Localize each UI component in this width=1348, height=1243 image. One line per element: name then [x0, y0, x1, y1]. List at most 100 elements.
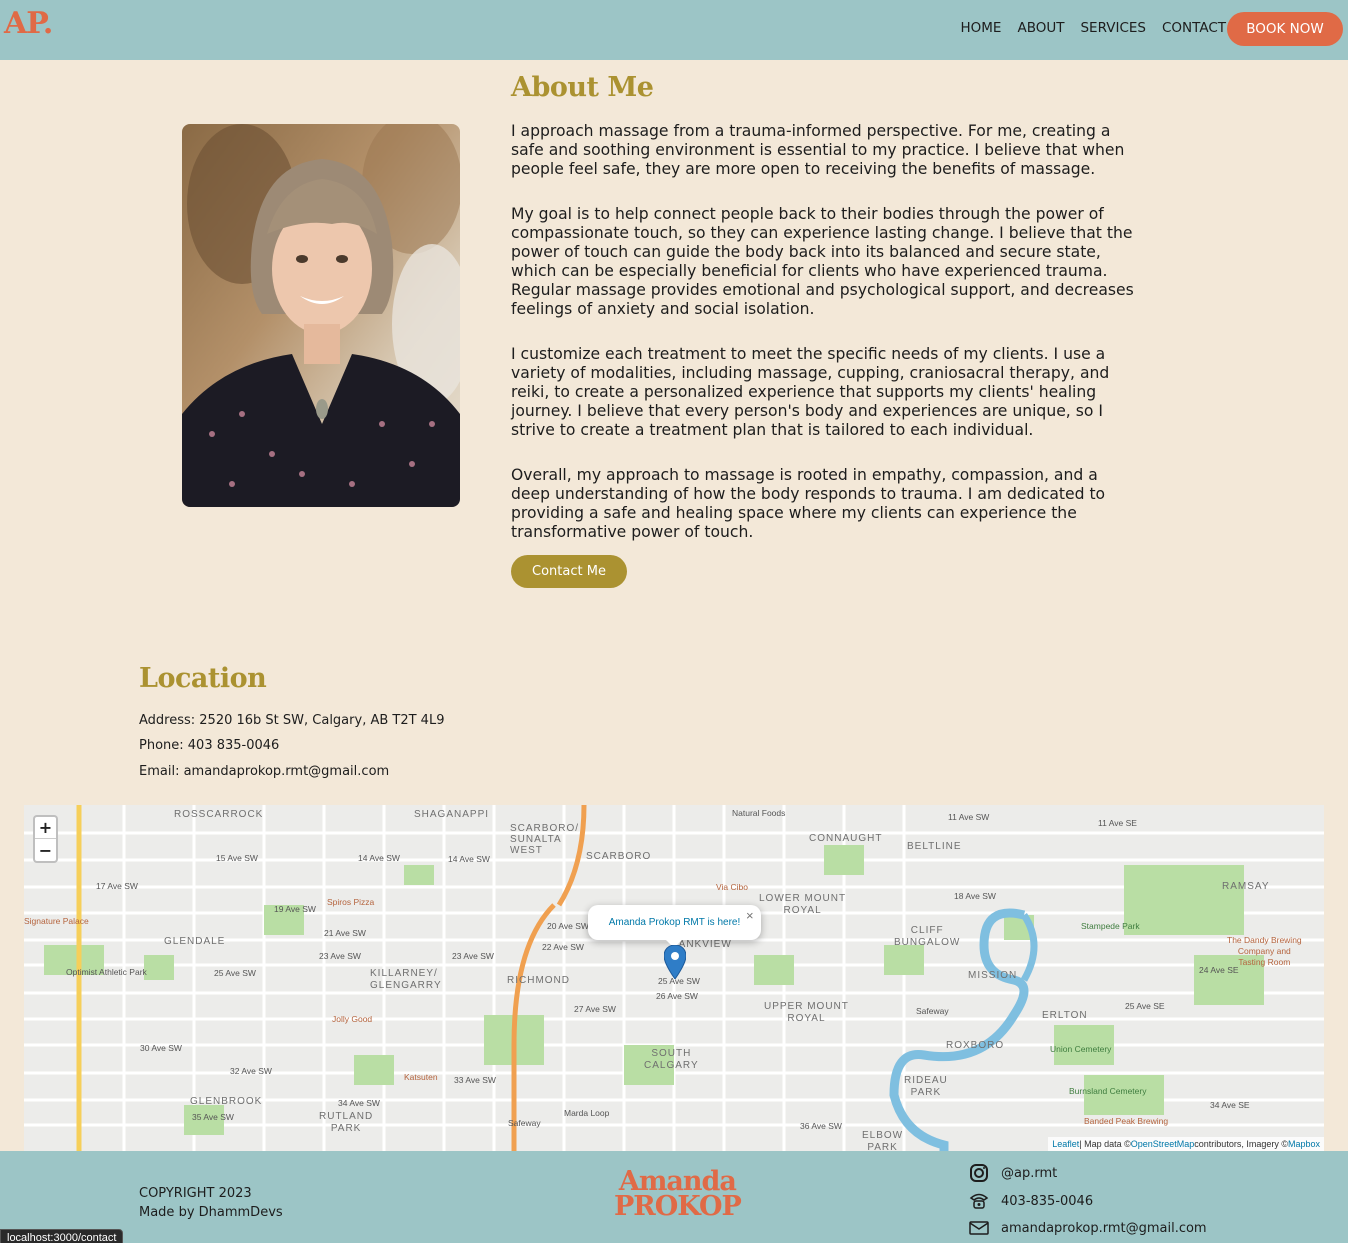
contact-me-button[interactable]: Contact Me	[511, 555, 627, 588]
map-popup: Amanda Prokop RMT is here!	[588, 905, 761, 940]
location-phone: Phone: 403 835-0046	[139, 738, 280, 753]
map-label: 30 Ave SW	[140, 1043, 182, 1053]
map-label: 33 Ave SW	[454, 1075, 496, 1085]
made-by-text: Made by DhammDevs	[139, 1205, 283, 1220]
map-label: Safeway	[508, 1118, 541, 1128]
map-label: Union Cemetery	[1050, 1044, 1112, 1054]
nav-home[interactable]: HOME	[961, 20, 1002, 36]
map-label: 34 Ave SE	[1210, 1100, 1250, 1110]
instagram-handle: @ap.rmt	[1001, 1165, 1058, 1181]
map-label: 15 Ave SW	[216, 853, 258, 863]
map-label: ERLTON	[1042, 1010, 1088, 1021]
map-label: ELBOW PARK	[862, 1130, 904, 1151]
nav-contact[interactable]: CONTACT	[1162, 20, 1226, 36]
mapbox-link[interactable]: Mapbox	[1288, 1139, 1320, 1149]
attribution-text: | Map data ©	[1079, 1139, 1131, 1149]
map-label: 14 Ave SW	[448, 854, 490, 864]
map-marker-icon[interactable]	[663, 944, 687, 983]
site-header: AP. HOME ABOUT SERVICES CONTACT BOOK NOW	[0, 0, 1348, 60]
map-label: KILLARNEY/ GLENGARRY	[370, 968, 442, 991]
profile-photo	[182, 124, 460, 507]
map-label: 11 Ave SW	[948, 812, 990, 822]
map-label: RICHMOND	[507, 975, 570, 986]
zoom-out-button[interactable]: −	[35, 839, 56, 861]
location-title: Location	[139, 663, 267, 694]
map-label: Jolly Good	[332, 1014, 373, 1024]
map-zoom-control: + −	[33, 815, 58, 863]
map-label: 35 Ave SW	[192, 1112, 234, 1122]
map-label: 23 Ave SW	[452, 951, 494, 961]
zoom-in-button[interactable]: +	[35, 817, 56, 839]
map-label: 26 Ave SW	[656, 991, 698, 1001]
map-label: Via Cibo	[716, 882, 748, 892]
map-label: 32 Ave SW	[230, 1066, 272, 1076]
map-label: 17 Ave SW	[96, 881, 138, 891]
map-label: 24 Ave SE	[1199, 965, 1239, 975]
footer-instagram[interactable]: @ap.rmt	[969, 1163, 1057, 1183]
map-label: CLIFF BUNGALOW	[894, 925, 961, 948]
map-label: MISSION	[968, 970, 1018, 981]
map-label: ROSSCARROCK	[174, 809, 264, 820]
book-now-button[interactable]: BOOK NOW	[1227, 12, 1343, 46]
map-label: 25 Ave SW	[214, 968, 256, 978]
footer-logo[interactable]: Amanda PROKOP	[614, 1168, 742, 1222]
phone-icon	[969, 1193, 989, 1209]
map-label: 18 Ave SW	[954, 891, 996, 901]
about-text: I approach massage from a trauma-informe…	[511, 122, 1137, 568]
map-label: ROXBORO	[946, 1040, 1005, 1051]
map-label: Signature Palace	[24, 916, 89, 926]
copyright-text: COPYRIGHT 2023	[139, 1186, 252, 1201]
footer-email[interactable]: amandaprokop.rmt@gmail.com	[969, 1218, 1207, 1238]
popup-close-icon[interactable]: ×	[746, 908, 754, 923]
map-label: 20 Ave SW	[547, 921, 589, 931]
map-label: Katsuten	[404, 1072, 438, 1082]
about-title: About Me	[511, 72, 654, 103]
map-label: The Dandy Brewing Company and Tasting Ro…	[1227, 935, 1302, 967]
map-label: RAMSAY	[1222, 881, 1270, 892]
map-label: 21 Ave SW	[324, 928, 366, 938]
map-label: 36 Ave SW	[800, 1121, 842, 1131]
map-label: Natural Foods	[732, 808, 786, 818]
map-label: 34 Ave SW	[338, 1098, 380, 1108]
instagram-icon	[970, 1164, 988, 1182]
about-paragraph-3: I customize each treatment to meet the s…	[511, 345, 1110, 439]
map-label: 11 Ave SE	[1098, 818, 1137, 828]
map-label: 19 Ave SW	[274, 904, 316, 914]
footer-phone[interactable]: 403-835-0046	[969, 1191, 1093, 1211]
footer-credits: COPYRIGHT 2023 Made by DhammDevs	[139, 1184, 283, 1222]
osm-link[interactable]: OpenStreetMap	[1131, 1139, 1195, 1149]
map-label: 23 Ave SW	[319, 951, 361, 961]
map-label: SCARBORO/ SUNALTA WEST	[510, 823, 580, 856]
map-label: BELTLINE	[907, 841, 962, 852]
leaflet-link[interactable]: Leaflet	[1052, 1139, 1079, 1149]
location-address: Address: 2520 16b St SW, Calgary, AB T2T…	[139, 713, 445, 728]
footer-logo-bottom: PROKOP	[614, 1191, 742, 1222]
map-label: SHAGANAPPI	[414, 809, 490, 820]
map-attribution: Leaflet | Map data © OpenStreetMap contr…	[1048, 1137, 1324, 1151]
map-label: GLENBROOK	[190, 1096, 263, 1107]
location-email: Email: amandaprokop.rmt@gmail.com	[139, 764, 390, 779]
location-map[interactable]: ROSSCARROCK SHAGANAPPI SCARBORO/ SUNALTA…	[24, 805, 1324, 1151]
map-label: 27 Ave SW	[574, 1004, 616, 1014]
map-label: 25 Ave SE	[1125, 1001, 1165, 1011]
map-label: RUTLAND PARK	[319, 1111, 374, 1134]
map-label: UPPER MOUNT ROYAL	[764, 1001, 849, 1024]
nav-about[interactable]: ABOUT	[1017, 20, 1064, 36]
footer-email-text: amandaprokop.rmt@gmail.com	[1001, 1220, 1207, 1236]
map-label: Safeway	[916, 1006, 949, 1016]
map-label: LOWER MOUNT ROYAL	[759, 893, 847, 916]
map-label: 22 Ave SW	[542, 942, 584, 952]
attribution-text-2: contributors, Imagery ©	[1194, 1139, 1288, 1149]
mail-icon	[969, 1221, 989, 1235]
nav-services[interactable]: SERVICES	[1080, 20, 1145, 36]
site-footer: COPYRIGHT 2023 Made by DhammDevs Amanda …	[0, 1151, 1348, 1243]
browser-status-url: localhost:3000/contact	[0, 1229, 124, 1243]
map-label: Spiros Pizza	[327, 897, 375, 907]
map-label: Optimist Athletic Park	[66, 967, 147, 977]
site-logo[interactable]: AP.	[4, 6, 53, 41]
footer-phone-text: 403-835-0046	[1001, 1193, 1094, 1209]
about-paragraph-1: I approach massage from a trauma-informe…	[511, 122, 1125, 178]
map-label: RIDEAU PARK	[904, 1075, 948, 1098]
map-label: Burnsland Cemetery	[1069, 1086, 1147, 1096]
map-label: Stampede Park	[1081, 921, 1140, 931]
